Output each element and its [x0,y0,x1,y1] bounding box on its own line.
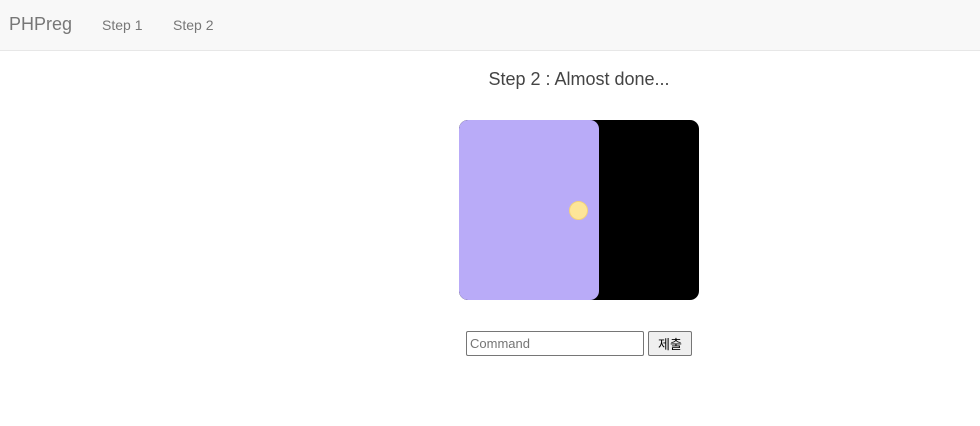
command-input[interactable] [466,331,644,356]
nav-link-step-2[interactable]: Step 2 [173,17,213,33]
door-panel [459,120,599,300]
page-title: Step 2 : Almost done... [488,69,670,89]
door-knob[interactable] [569,201,588,220]
nav-link-step-1[interactable]: Step 1 [102,17,142,33]
navbar: PHPreg Step 1 Step 2 [0,0,980,51]
brand-link[interactable]: PHPreg [9,14,72,35]
door-frame [459,120,699,300]
submit-button[interactable]: 제출 [648,331,692,356]
